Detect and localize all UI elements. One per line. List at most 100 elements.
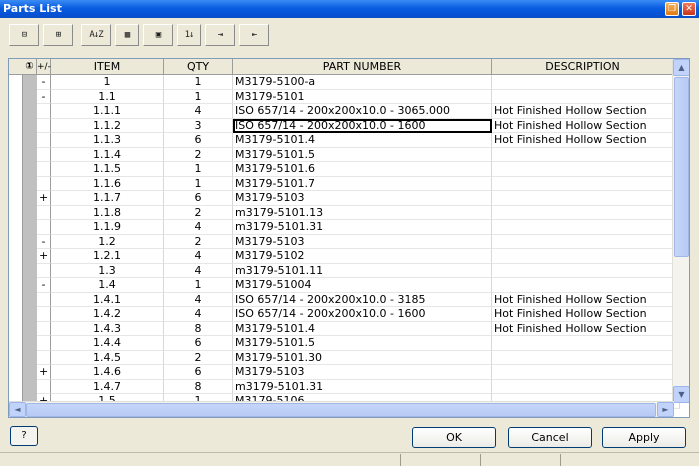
table-row[interactable]: 1.3 4 m3179-5101.11 <box>23 263 680 278</box>
cell-description[interactable]: Hot Finished Hollow Section <box>492 321 680 336</box>
header-part-number[interactable]: PART NUMBER <box>233 59 492 75</box>
cell-qty[interactable]: 8 <box>164 379 233 394</box>
cell-item[interactable]: 1.2.1 <box>51 249 164 264</box>
table-row[interactable]: +1.2.1 4 M3179-5102 <box>23 249 680 264</box>
cell-item[interactable]: 1.4.4 <box>51 336 164 351</box>
scroll-right-icon[interactable]: ► <box>657 402 674 417</box>
apply-button[interactable]: Apply <box>602 427 686 448</box>
cell-item[interactable]: 1.1.6 <box>51 176 164 191</box>
expand-toggle[interactable]: - <box>37 75 51 90</box>
cell-part-number[interactable]: M3179-5101 <box>233 89 492 104</box>
cell-description[interactable] <box>492 365 680 380</box>
cell-qty[interactable]: 2 <box>164 205 233 220</box>
cell-qty[interactable]: 4 <box>164 220 233 235</box>
cell-description[interactable] <box>492 162 680 177</box>
cell-item[interactable]: 1.1 <box>51 89 164 104</box>
expand-toggle[interactable] <box>37 147 51 162</box>
cell-item[interactable]: 1.4.1 <box>51 292 164 307</box>
cell-item[interactable]: 1.1.3 <box>51 133 164 148</box>
cell-qty[interactable]: 8 <box>164 321 233 336</box>
horizontal-scrollbar[interactable]: ◄ ► <box>9 401 674 417</box>
cell-description[interactable] <box>492 220 680 235</box>
expand-toggle[interactable]: - <box>37 89 51 104</box>
cell-qty[interactable]: 4 <box>164 263 233 278</box>
parts-list-grid[interactable]: ① +/- ITEM QTY PART NUMBER DESCRIPTION -… <box>8 58 690 418</box>
cell-item[interactable]: 1.1.7 <box>51 191 164 206</box>
cell-qty[interactable]: 3 <box>164 118 233 133</box>
cell-part-number[interactable]: M3179-5101.30 <box>233 350 492 365</box>
cell-part-number[interactable]: ISO 657/14 - 200x200x10.0 - 3185 <box>233 292 492 307</box>
table-row[interactable]: 1.1.4 2 M3179-5101.5 <box>23 147 680 162</box>
cell-item[interactable]: 1.1.9 <box>51 220 164 235</box>
cell-part-number[interactable]: m3179-5101.31 <box>233 379 492 394</box>
cell-part-number[interactable]: M3179-5101.4 <box>233 133 492 148</box>
cell-item[interactable]: 1.4.5 <box>51 350 164 365</box>
expand-toggle[interactable] <box>37 321 51 336</box>
cell-part-number[interactable]: ISO 657/14 - 200x200x10.0 - 1600 <box>233 118 492 133</box>
expand-toggle[interactable] <box>37 350 51 365</box>
cell-qty[interactable]: 1 <box>164 176 233 191</box>
close-button[interactable]: ✕ <box>682 2 696 16</box>
expand-toggle[interactable] <box>37 307 51 322</box>
cell-description[interactable]: Hot Finished Hollow Section <box>492 133 680 148</box>
expand-toggle[interactable] <box>37 336 51 351</box>
table-row[interactable]: 1.1.5 1 M3179-5101.6 <box>23 162 680 177</box>
table-row[interactable]: 1.4.4 6 M3179-5101.5 <box>23 336 680 351</box>
cell-item[interactable]: 1.4.3 <box>51 321 164 336</box>
horizontal-scroll-thumb[interactable] <box>26 403 656 417</box>
add-override-icon[interactable]: ⇥ <box>205 24 235 46</box>
import-template-icon[interactable]: ⊟ <box>9 24 39 46</box>
cell-item[interactable]: 1.1.8 <box>51 205 164 220</box>
cell-description[interactable]: Hot Finished Hollow Section <box>492 118 680 133</box>
cell-qty[interactable]: 4 <box>164 104 233 119</box>
table-row[interactable]: 1.1.2 3 ISO 657/14 - 200x200x10.0 - 1600 Ho… <box>23 118 680 133</box>
cell-qty[interactable]: 6 <box>164 133 233 148</box>
table-row[interactable]: +1.1.7 6 M3179-5103 <box>23 191 680 206</box>
cell-part-number[interactable]: m3179-5101.13 <box>233 205 492 220</box>
expand-collapse-header[interactable]: +/- <box>37 59 51 75</box>
cell-part-number[interactable]: m3179-5101.31 <box>233 220 492 235</box>
cell-qty[interactable]: 2 <box>164 147 233 162</box>
cell-description[interactable] <box>492 205 680 220</box>
cell-description[interactable] <box>492 176 680 191</box>
expand-toggle[interactable]: + <box>37 249 51 264</box>
cell-description[interactable] <box>492 75 680 90</box>
cell-part-number[interactable]: M3179-5100-a <box>233 75 492 90</box>
cell-description[interactable]: Hot Finished Hollow Section <box>492 307 680 322</box>
table-row[interactable]: 1.4.3 8 M3179-5101.4 Hot Finished Hollow Se… <box>23 321 680 336</box>
expand-toggle[interactable]: + <box>37 191 51 206</box>
vertical-scrollbar[interactable]: ▲ ▼ <box>672 59 689 403</box>
cell-description[interactable] <box>492 278 680 293</box>
cell-qty[interactable]: 4 <box>164 307 233 322</box>
cell-part-number[interactable]: M3179-51004 <box>233 278 492 293</box>
expand-toggle[interactable]: + <box>37 365 51 380</box>
expand-toggle[interactable] <box>37 220 51 235</box>
group-settings-icon[interactable]: ▣ <box>143 24 173 46</box>
cell-part-number[interactable]: M3179-5101.5 <box>233 336 492 351</box>
cell-qty[interactable]: 2 <box>164 350 233 365</box>
cell-item[interactable]: 1.3 <box>51 263 164 278</box>
table-row[interactable]: 1.1.3 6 M3179-5101.4 Hot Finished Hollow Se… <box>23 133 680 148</box>
item-toggle-header-icon[interactable]: ① <box>23 59 37 75</box>
table-row[interactable]: 1.4.7 8 m3179-5101.31 <box>23 379 680 394</box>
cell-qty[interactable]: 6 <box>164 336 233 351</box>
cell-part-number[interactable]: ISO 657/14 - 200x200x10.0 - 3065.000 <box>233 104 492 119</box>
expand-toggle[interactable] <box>37 104 51 119</box>
table-row[interactable]: 1.4.1 4 ISO 657/14 - 200x200x10.0 - 3185 Ho… <box>23 292 680 307</box>
table-row[interactable]: +1.4.6 6 M3179-5103 <box>23 365 680 380</box>
cell-description[interactable] <box>492 191 680 206</box>
expand-toggle[interactable] <box>37 176 51 191</box>
cell-part-number[interactable]: ISO 657/14 - 200x200x10.0 - 1600 <box>233 307 492 322</box>
expand-toggle[interactable]: - <box>37 234 51 249</box>
expand-toggle[interactable] <box>37 379 51 394</box>
cell-qty[interactable]: 1 <box>164 278 233 293</box>
expand-toggle[interactable] <box>37 292 51 307</box>
cell-item[interactable]: 1.4.6 <box>51 365 164 380</box>
title-bar[interactable]: Parts List <box>0 0 699 18</box>
cell-item[interactable]: 1.4 <box>51 278 164 293</box>
cell-item[interactable]: 1.4.2 <box>51 307 164 322</box>
table-row[interactable]: 1.4.2 4 ISO 657/14 - 200x200x10.0 - 1600 Ho… <box>23 307 680 322</box>
cancel-button[interactable]: Cancel <box>508 427 592 448</box>
table-row[interactable]: -1.4 1 M3179-51004 <box>23 278 680 293</box>
cell-item[interactable]: 1.4.7 <box>51 379 164 394</box>
